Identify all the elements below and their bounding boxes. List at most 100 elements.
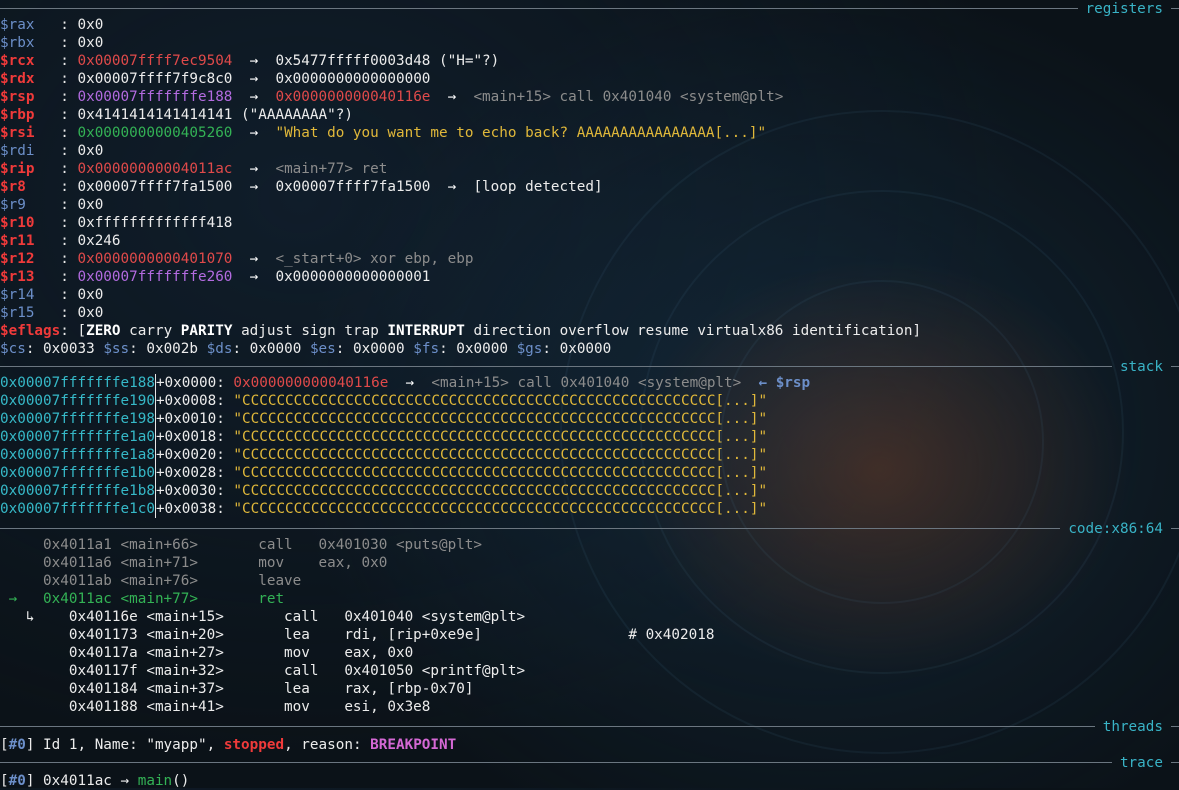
code-line-next: 0x40117a <main+27> mov eax, 0x0 (0, 644, 413, 662)
thread-reason: BREAKPOINT (370, 737, 457, 753)
eflag: carry (129, 323, 173, 339)
section-separator-threads: threads (0, 718, 1179, 736)
text-fragment: : (34, 161, 78, 177)
eflag: direction (473, 323, 551, 339)
thread-index: #0 (8, 737, 26, 753)
text-fragment (508, 341, 517, 357)
stack-address: 0x00007fffffffe1c0 (0, 501, 155, 517)
segment-value: 0x0000 (559, 341, 612, 357)
register-row-rip: $rip : 0x00000000004011ac → <main+77> re… (0, 160, 387, 178)
branch-marker (0, 663, 69, 679)
stack-row: 0x00007fffffffe188+0x0000: 0x00000000004… (0, 374, 810, 392)
register-value: 0x0000000000401070 (77, 251, 233, 267)
register-name: $r15 (0, 305, 35, 321)
register-deref: <main+15> call 0x401040 <system@plt> (473, 89, 784, 105)
section-title: code:x86:64 (1068, 521, 1163, 537)
register-value: 0x00007ffff7f9c8c0 (77, 71, 233, 87)
text-fragment: : (34, 305, 78, 321)
separator-rule (0, 8, 1078, 9)
register-value: 0x00000000004011ac (77, 161, 233, 177)
stack-offset: +0x0020: (155, 447, 234, 463)
register-row-rax: $rax : 0x0 (0, 16, 103, 34)
thread-row: [#0] Id 1, Name: "myapp", stopped, reaso… (0, 736, 456, 754)
segment-name: $gs (516, 341, 543, 357)
text-fragment: : (34, 269, 78, 285)
register-name: $r9 (0, 197, 26, 213)
section-title: registers (1085, 1, 1163, 17)
register-value: 0x0 (77, 35, 104, 51)
stack-address: 0x00007fffffffe198 (0, 411, 155, 427)
register-value: 0x0000000000405260 (77, 125, 233, 141)
register-row-rsi: $rsi : 0x0000000000405260 → "What do you… (0, 124, 766, 142)
register-deref: 0x5477fffff0003d48 ("H="?) (275, 53, 500, 69)
stack-string: "CCCCCCCCCCCCCCCCCCCCCCCCCCCCCCCCCCCCCCC… (233, 411, 768, 427)
disasm-line: 0x401188 <main+41> mov esi, 0x3e8 (68, 699, 431, 715)
separator-rule (0, 726, 1095, 727)
register-row-rsp: $rsp : 0x00007fffffffe188 → 0x0000000000… (0, 88, 783, 106)
register-row-r9: $r9 : 0x0 (0, 196, 103, 214)
disasm-line: 0x401173 <main+20> lea rdi, [rip+0xe9e] … (68, 627, 715, 643)
register-deref: 0x0000000000000000 (275, 71, 431, 87)
eflag: ZERO (86, 323, 121, 339)
code-line: 0x4011a1 <main+66> call 0x401030 <puts@p… (0, 536, 482, 554)
eflag: adjust (241, 323, 293, 339)
separator-rule (0, 762, 1112, 763)
stack-address: 0x00007fffffffe190 (0, 393, 155, 409)
eflag: INTERRUPT (387, 323, 465, 339)
register-row-rbx: $rbx : 0x0 (0, 34, 103, 52)
register-name: $rdi (0, 143, 35, 159)
segment-name: $es (309, 341, 336, 357)
code-line: 0x4011a6 <main+71> mov eax, 0x0 (0, 554, 387, 572)
stack-row: 0x00007fffffffe190+0x0008: "CCCCCCCCCCCC… (0, 392, 767, 410)
code-line-next: ↳ 0x40116e <main+15> call 0x401040 <syst… (0, 608, 525, 626)
text-fragment (232, 323, 241, 339)
register-row-rdi: $rdi : 0x0 (0, 142, 103, 160)
segment-value: 0x002b (146, 341, 199, 357)
stack-offset: +0x0008: (155, 393, 234, 409)
text-fragment: : (34, 89, 78, 105)
text-fragment: : (34, 251, 78, 267)
register-row-rdx: $rdx : 0x00007ffff7f9c8c0 → 0x0000000000… (0, 70, 430, 88)
text-fragment: : (335, 341, 353, 357)
segment-value: 0x0000 (352, 341, 405, 357)
register-value: 0x00007ffff7ec9504 (77, 53, 233, 69)
text-fragment: , reason: (284, 737, 371, 753)
eflag: sign (301, 323, 336, 339)
register-value: 0x0 (77, 287, 104, 303)
eflag: trap (344, 323, 379, 339)
current-instruction-marker: → (0, 591, 44, 607)
text-fragment (741, 375, 758, 391)
section-title: threads (1102, 719, 1163, 735)
stack-offset: +0x0038: (155, 501, 234, 517)
stack-row: 0x00007fffffffe1a0+0x0018: "CCCCCCCCCCCC… (0, 428, 767, 446)
branch-marker: ↳ (0, 609, 69, 625)
stack-offset: +0x0010: (155, 411, 234, 427)
register-value: 0x0 (77, 197, 104, 213)
thread-info: Id 1, Name: "myapp", (34, 737, 224, 753)
segment-name: $cs (0, 341, 26, 357)
register-deref: 0x00007ffff7fa1500 (275, 179, 431, 195)
text-fragment: → (232, 161, 276, 177)
register-row-rcx: $rcx : 0x00007ffff7ec9504 → 0x5477fffff0… (0, 52, 499, 70)
stack-offset: +0x0018: (155, 429, 234, 445)
separator-rule (0, 528, 1061, 529)
frame-function: main (137, 773, 173, 789)
eflag: virtualx86 (697, 323, 784, 339)
disasm-line: 0x4011a6 <main+71> mov eax, 0x0 (0, 555, 388, 571)
disasm-line: 0x40116e <main+15> call 0x401040 <system… (68, 609, 526, 625)
stack-string: "CCCCCCCCCCCCCCCCCCCCCCCCCCCCCCCCCCCCCCC… (233, 429, 768, 445)
separator-rule (1171, 366, 1179, 367)
text-fragment: → (232, 125, 276, 141)
register-row-r13: $r13 : 0x00007fffffffe260 → 0x0000000000… (0, 268, 430, 286)
separator-rule (1171, 762, 1179, 763)
register-value: 0x0 (77, 143, 104, 159)
stack-value: 0x000000000040116e (233, 375, 389, 391)
eflag: PARITY (180, 323, 233, 339)
text-fragment: [ (0, 773, 9, 789)
stack-offset: +0x0028: (155, 465, 234, 481)
stack-string: "CCCCCCCCCCCCCCCCCCCCCCCCCCCCCCCCCCCCCCC… (233, 447, 768, 463)
text-fragment (783, 323, 792, 339)
text-fragment: → (430, 89, 474, 105)
disasm-line: 0x40117a <main+27> mov eax, 0x0 (68, 645, 414, 661)
stack-address: 0x00007fffffffe1b8 (0, 483, 155, 499)
